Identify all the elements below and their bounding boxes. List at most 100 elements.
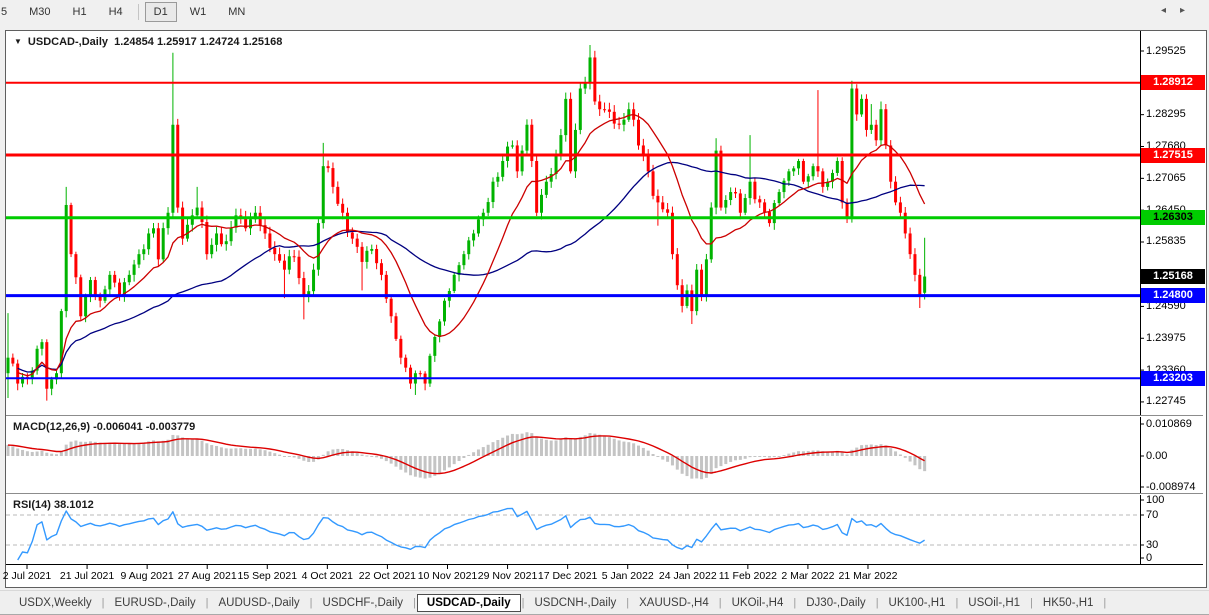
- candle: [94, 280, 97, 296]
- candle: [501, 161, 504, 177]
- candle: [298, 257, 301, 278]
- candle: [74, 254, 77, 277]
- candle: [870, 125, 873, 130]
- candle: [627, 109, 630, 119]
- date-label-29-nov-2021: 29 Nov 2021: [478, 570, 538, 582]
- candle: [205, 222, 208, 254]
- chevron-down-icon: ▼: [14, 37, 22, 46]
- candle: [438, 321, 441, 337]
- price-tick-1.27065: 1.27065: [1146, 173, 1206, 184]
- candle: [753, 182, 756, 200]
- candle: [157, 228, 160, 259]
- candle: [545, 182, 548, 195]
- chart-title: ▼USDCAD-,Daily 1.24854 1.25917 1.24724 1…: [14, 36, 282, 48]
- candle: [278, 254, 281, 260]
- candle: [608, 109, 611, 111]
- candle: [690, 290, 693, 311]
- candle: [787, 171, 790, 180]
- candle: [167, 213, 170, 228]
- candle: [462, 254, 465, 265]
- candle: [220, 233, 223, 244]
- candle: [356, 239, 359, 247]
- pane-separator-macd[interactable]: [6, 415, 1203, 417]
- date-label-11-feb-2022: 11 Feb 2022: [719, 570, 777, 582]
- rsi-pane: [6, 509, 1140, 561]
- price-badge-1.27515: 1.27515: [1141, 148, 1205, 163]
- candle: [875, 125, 878, 141]
- candle: [487, 202, 490, 213]
- candle: [661, 202, 664, 209]
- candle: [749, 182, 752, 198]
- candle: [409, 368, 412, 384]
- rsi-tick-30: 30: [1146, 540, 1206, 551]
- candle: [322, 166, 325, 223]
- candle: [559, 135, 562, 156]
- candle: [778, 192, 781, 203]
- candle: [652, 171, 655, 196]
- candle: [763, 202, 766, 212]
- price-badge-1.28912: 1.28912: [1141, 75, 1205, 90]
- candle: [899, 202, 902, 212]
- time-axis-line: [6, 564, 1203, 565]
- price-badge-1.24800: 1.24800: [1141, 288, 1205, 303]
- candle: [147, 233, 150, 249]
- candle: [589, 57, 592, 83]
- candle: [855, 89, 858, 115]
- candle: [375, 249, 378, 263]
- candle: [846, 202, 849, 218]
- date-label-21-jul-2021: 21 Jul 2021: [60, 570, 114, 582]
- candle: [637, 120, 640, 146]
- candle: [336, 187, 339, 204]
- candle: [186, 225, 189, 239]
- candle: [312, 270, 315, 292]
- candle: [496, 177, 499, 182]
- candle: [404, 358, 407, 368]
- candle: [807, 176, 810, 181]
- candle: [656, 196, 659, 203]
- candle: [89, 280, 92, 296]
- candle: [884, 109, 887, 145]
- chart-canvas[interactable]: [0, 0, 1209, 615]
- candle: [841, 161, 844, 202]
- candle: [666, 209, 669, 212]
- candle: [564, 99, 567, 135]
- macd-tick--0.008974: -0.008974: [1146, 482, 1206, 493]
- date-label-17-dec-2021: 17 Dec 2021: [538, 570, 598, 582]
- candle: [196, 208, 199, 216]
- candle: [880, 109, 883, 140]
- candle: [758, 199, 761, 202]
- date-label-4-oct-2021: 4 Oct 2021: [302, 570, 353, 582]
- candle: [433, 337, 436, 356]
- candle: [598, 101, 601, 109]
- candle: [676, 254, 679, 285]
- candle: [603, 109, 606, 110]
- candle: [113, 275, 116, 283]
- candle: [923, 277, 926, 293]
- pane-separator-rsi[interactable]: [6, 493, 1203, 495]
- candle: [773, 203, 776, 223]
- candle: [792, 168, 795, 171]
- candle: [894, 182, 897, 203]
- candle: [181, 208, 184, 239]
- candle: [613, 112, 616, 124]
- price-tick-1.23975: 1.23975: [1146, 333, 1206, 344]
- candle: [152, 228, 155, 233]
- candle: [118, 283, 121, 296]
- candle: [719, 151, 722, 208]
- candle: [230, 228, 233, 242]
- macd-values: -0.006041 -0.003779: [93, 421, 195, 433]
- candle: [574, 130, 577, 171]
- candle: [331, 168, 334, 187]
- candle: [913, 254, 916, 275]
- date-label-9-aug-2021: 9 Aug 2021: [121, 570, 174, 582]
- mt4-terminal: { "toolbar": { "buttons": ["5", "M30", "…: [0, 0, 1209, 615]
- candle: [395, 316, 398, 339]
- candle: [84, 296, 87, 316]
- candle: [176, 125, 179, 208]
- candle: [622, 120, 625, 125]
- date-label-21-mar-2022: 21 Mar 2022: [838, 570, 897, 582]
- candle: [419, 373, 422, 374]
- candle: [11, 358, 14, 364]
- price-badge-1.26303: 1.26303: [1141, 210, 1205, 225]
- candle: [162, 228, 165, 259]
